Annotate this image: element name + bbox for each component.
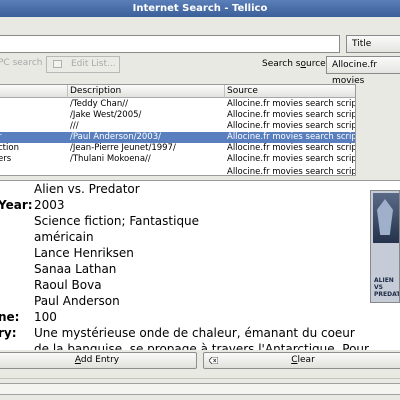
table-row-selected[interactable]: r /Paul Anderson/2003/ Allocine.fr movie…: [0, 132, 356, 143]
cell-source: Allocine.fr movies search script: [227, 154, 356, 164]
clear-button[interactable]: Clear: [203, 352, 400, 369]
cell-title: ction: [0, 143, 19, 153]
cell-source: Allocine.fr movies search script: [227, 99, 356, 109]
detail-label-summary: ry:: [0, 326, 17, 340]
table-row[interactable]: /Jake West/2005/ Allocine.fr movies sear…: [0, 110, 356, 121]
edit-list-button[interactable]: Edit List...: [46, 56, 120, 73]
detail-year: 2003: [34, 198, 65, 212]
movie-poster-image: ALIEN VS PREDATOR: [370, 190, 400, 303]
table-row[interactable]: Allocine.fr movies search script: [0, 167, 356, 176]
search-input[interactable]: [0, 35, 340, 53]
results-header: Description Source: [0, 85, 355, 98]
cell-title: [0, 110, 68, 121]
add-entry-button[interactable]: Add Entry: [0, 352, 197, 369]
detail-nationality: américain: [34, 230, 94, 244]
poster-title-text: ALIEN VS PREDATOR: [374, 277, 400, 298]
detail-summary: Une mystérieuse onde de chaleur, émanant…: [34, 326, 355, 340]
table-row[interactable]: ers /Thulani Mokoena// Allocine.fr movie…: [0, 154, 356, 165]
table-row[interactable]: /// Allocine.fr movies search script: [0, 121, 356, 132]
table-row[interactable]: /Teddy Chan// Allocine.fr movies search …: [0, 99, 356, 110]
clear-icon: [209, 357, 218, 364]
detail-cast: Sanaa Lathan: [34, 262, 117, 276]
detail-label: Year:: [0, 198, 33, 212]
cell-source: Allocine.fr movies search script: [227, 143, 356, 153]
edit-list-label: Edit List...: [71, 59, 116, 69]
search-options-row: PC search Edit List... Search source: Al…: [0, 56, 400, 86]
column-header-description[interactable]: Description: [68, 85, 225, 98]
cell-source: Allocine.fr movies search script: [227, 110, 356, 120]
entry-detail-view: Alien vs. Predator Year: 2003 Science fi…: [0, 180, 400, 350]
cell-description: /Jake West/2005/: [70, 110, 142, 120]
edit-list-icon: [53, 60, 62, 68]
cell-source: Allocine.fr movies search script: [227, 167, 356, 176]
cell-title: [0, 99, 68, 110]
column-header-source[interactable]: Source: [225, 85, 355, 98]
status-bar: [0, 378, 400, 400]
detail-cast: Lance Henriksen: [34, 246, 134, 260]
button-bar: Add Entry Clear: [0, 352, 400, 370]
cell-source: Allocine.fr movies search script: [227, 132, 356, 142]
detail-cast: Raoul Bova: [34, 278, 102, 292]
cell-description: [70, 167, 225, 175]
detail-label-runtime: ne:: [0, 310, 20, 324]
detail-genre: Science fiction; Fantastique: [34, 214, 200, 228]
detail-title: Alien vs. Predator: [34, 182, 140, 196]
progress-bar: [0, 383, 400, 395]
pc-search-label: PC search: [0, 58, 43, 68]
results-side-area: [357, 84, 400, 176]
table-row[interactable]: ction /Jean-Pierre Jeunet/1997/ Allocine…: [0, 143, 356, 154]
search-key-select[interactable]: Title: [346, 35, 400, 53]
search-source-select[interactable]: Allocine.fr movies: [326, 56, 400, 86]
column-header-title[interactable]: [0, 85, 68, 98]
cell-title: r: [0, 132, 68, 143]
cell-description: ///: [70, 121, 79, 131]
detail-runtime: 100: [34, 310, 57, 324]
cell-source: Allocine.fr movies search script: [227, 121, 356, 131]
search-row: Title: [0, 35, 400, 53]
cell-title: ers: [0, 154, 12, 164]
window-title: Internet Search - Tellico: [0, 0, 400, 17]
search-source-label: Search source:: [262, 59, 329, 69]
results-table[interactable]: Description Source /Teddy Chan// Allocin…: [0, 84, 356, 176]
detail-summary: de la banquise, se propage à travers l'A…: [34, 342, 369, 350]
cell-description: /Jean-Pierre Jeunet/1997/: [70, 143, 176, 153]
detail-director: Paul Anderson: [34, 294, 120, 308]
cell-title: [0, 167, 68, 175]
cell-description: /Teddy Chan//: [70, 99, 129, 109]
cell-description: /Paul Anderson/2003/: [70, 132, 161, 142]
cell-description: /Thulani Mokoena//: [70, 154, 151, 164]
cell-title: [0, 121, 68, 132]
